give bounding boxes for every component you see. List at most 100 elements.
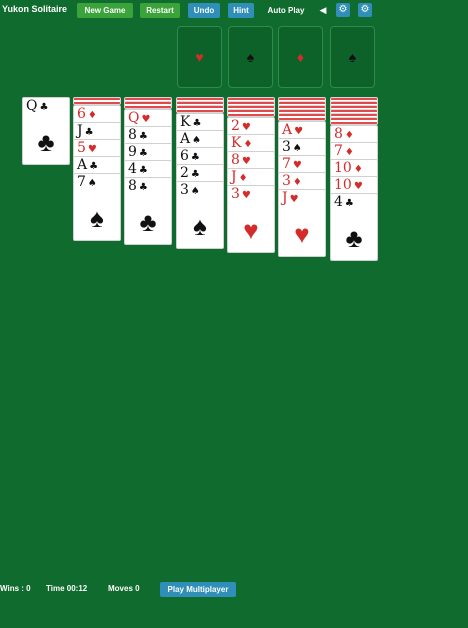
foundation-suit-icon: ♠ xyxy=(348,49,357,65)
card-rank: 2 xyxy=(231,118,240,134)
card-suit-icon: ♣ xyxy=(138,182,148,193)
card-rank: 3 xyxy=(231,186,240,202)
card-suit-icon: ♥ xyxy=(141,114,151,125)
card-label: 8 ♣ xyxy=(128,178,148,196)
card-suit-icon: ♥ xyxy=(241,190,251,201)
card-center-suit-icon: ♣ xyxy=(37,127,55,157)
game-title: Yukon Solitaire xyxy=(2,4,68,14)
play-multiplayer-button[interactable]: Play Multiplayer xyxy=(160,582,236,597)
foundation-suit-icon: ♠ xyxy=(246,49,255,65)
card-center-suit-icon: ♣ xyxy=(139,207,157,237)
card-rank: 8 xyxy=(128,127,137,143)
playing-card[interactable]: 3 ♠ ♠ xyxy=(176,181,224,249)
card-rank: 6 xyxy=(77,106,86,122)
card-label: 4 ♣ xyxy=(334,194,354,212)
card-suit-icon: ♥ xyxy=(241,156,251,167)
card-suit-icon: ♥ xyxy=(87,144,97,155)
card-suit-icon: ♦ xyxy=(353,164,363,175)
playing-card[interactable]: 7 ♠ ♠ xyxy=(73,173,121,241)
card-suit-icon: ♠ xyxy=(87,178,97,189)
card-rank: K xyxy=(231,135,242,151)
card-suit-icon: ♦ xyxy=(87,110,97,121)
card-rank: 6 xyxy=(180,148,189,164)
card-center-suit-icon: ♥ xyxy=(243,215,259,245)
foundation-suit-icon: ♥ xyxy=(195,49,204,65)
card-rank: 5 xyxy=(77,140,86,156)
undo-button[interactable]: Undo xyxy=(188,3,220,18)
card-rank: 10 xyxy=(334,177,352,193)
restart-button[interactable]: Restart xyxy=(140,3,180,18)
card-center-suit-icon: ♥ xyxy=(294,219,310,249)
foundation-slot[interactable]: ♦ xyxy=(278,26,323,88)
moves-counter: Moves 0 xyxy=(108,584,140,593)
foundation-slot[interactable]: ♠ xyxy=(330,26,375,88)
card-suit-icon: ♠ xyxy=(192,135,202,146)
card-suit-icon: ♥ xyxy=(241,122,251,133)
card-rank: 3 xyxy=(282,139,291,155)
card-rank: 7 xyxy=(282,156,291,172)
face-down-card xyxy=(330,117,378,125)
settings-icon[interactable]: ⚙ xyxy=(358,3,372,17)
playing-card[interactable]: 3 ♥ ♥ xyxy=(227,185,275,253)
card-label: J ♥ xyxy=(282,190,299,208)
card-suit-icon: ♥ xyxy=(353,181,363,192)
face-down-card xyxy=(227,109,275,117)
card-rank: 2 xyxy=(180,165,189,181)
card-rank: 7 xyxy=(334,143,343,159)
card-suit-icon: ♦ xyxy=(344,147,354,158)
card-rank: J xyxy=(282,190,288,206)
card-rank: 8 xyxy=(334,126,343,142)
face-down-card xyxy=(176,105,224,113)
card-rank: 4 xyxy=(128,161,137,177)
card-rank: 10 xyxy=(334,160,352,176)
card-rank: J xyxy=(231,169,237,185)
top-toolbar: Yukon Solitaire New Game Restart Undo Hi… xyxy=(0,0,468,20)
gear-icon[interactable]: ⚙ xyxy=(336,3,350,17)
card-rank: K xyxy=(180,114,191,130)
card-suit-icon: ♣ xyxy=(39,102,49,113)
card-rank: Q xyxy=(128,110,140,126)
new-game-button[interactable]: New Game xyxy=(77,3,133,18)
card-suit-icon: ♣ xyxy=(138,131,148,142)
foundation-suit-icon: ♦ xyxy=(296,49,305,65)
card-rank: 3 xyxy=(180,182,189,198)
playing-card[interactable]: 8 ♣ ♣ xyxy=(124,177,172,245)
foundation-slot[interactable]: ♠ xyxy=(228,26,273,88)
card-rank: A xyxy=(282,122,293,138)
card-center-suit-icon: ♠ xyxy=(193,211,207,241)
card-rank: Q xyxy=(26,98,38,114)
status-bar: Wins : 0 Time 00:12 Moves 0 Play Multipl… xyxy=(0,582,468,598)
card-suit-icon: ♦ xyxy=(292,177,302,188)
card-suit-icon: ♦ xyxy=(238,173,248,184)
card-center-suit-icon: ♠ xyxy=(90,203,104,233)
playing-card[interactable]: Q ♣ ♣ xyxy=(22,97,70,165)
card-suit-icon: ♦ xyxy=(344,130,354,141)
card-suit-icon: ♥ xyxy=(289,194,299,205)
card-label: Q ♣ xyxy=(26,98,48,116)
card-suit-icon: ♣ xyxy=(84,127,94,138)
playing-card[interactable]: J ♥ ♥ xyxy=(278,189,326,257)
face-down-card xyxy=(278,113,326,121)
hint-button[interactable]: Hint xyxy=(228,3,254,18)
foundation-slot[interactable]: ♥ xyxy=(177,26,222,88)
card-suit-icon: ♥ xyxy=(294,126,304,137)
card-suit-icon: ♣ xyxy=(344,198,354,209)
card-label: 7 ♠ xyxy=(77,174,97,192)
card-suit-icon: ♣ xyxy=(138,148,148,159)
card-rank: 8 xyxy=(231,152,240,168)
card-suit-icon: ♠ xyxy=(292,143,302,154)
auto-play-button[interactable]: Auto Play xyxy=(260,3,312,18)
time-counter: Time 00:12 xyxy=(46,584,88,593)
card-label: 3 ♠ xyxy=(180,182,200,200)
card-rank: 4 xyxy=(334,194,343,210)
face-down-card xyxy=(124,101,172,109)
card-suit-icon: ♦ xyxy=(243,139,253,150)
card-rank: J xyxy=(77,123,83,139)
card-rank: 8 xyxy=(128,178,137,194)
card-rank: A xyxy=(180,131,191,147)
card-rank: 9 xyxy=(128,144,137,160)
back-arrow-icon[interactable]: ◀ xyxy=(318,3,328,17)
playing-card[interactable]: 4 ♣ ♣ xyxy=(330,193,378,261)
card-suit-icon: ♥ xyxy=(292,160,302,171)
card-suit-icon: ♣ xyxy=(192,118,202,129)
